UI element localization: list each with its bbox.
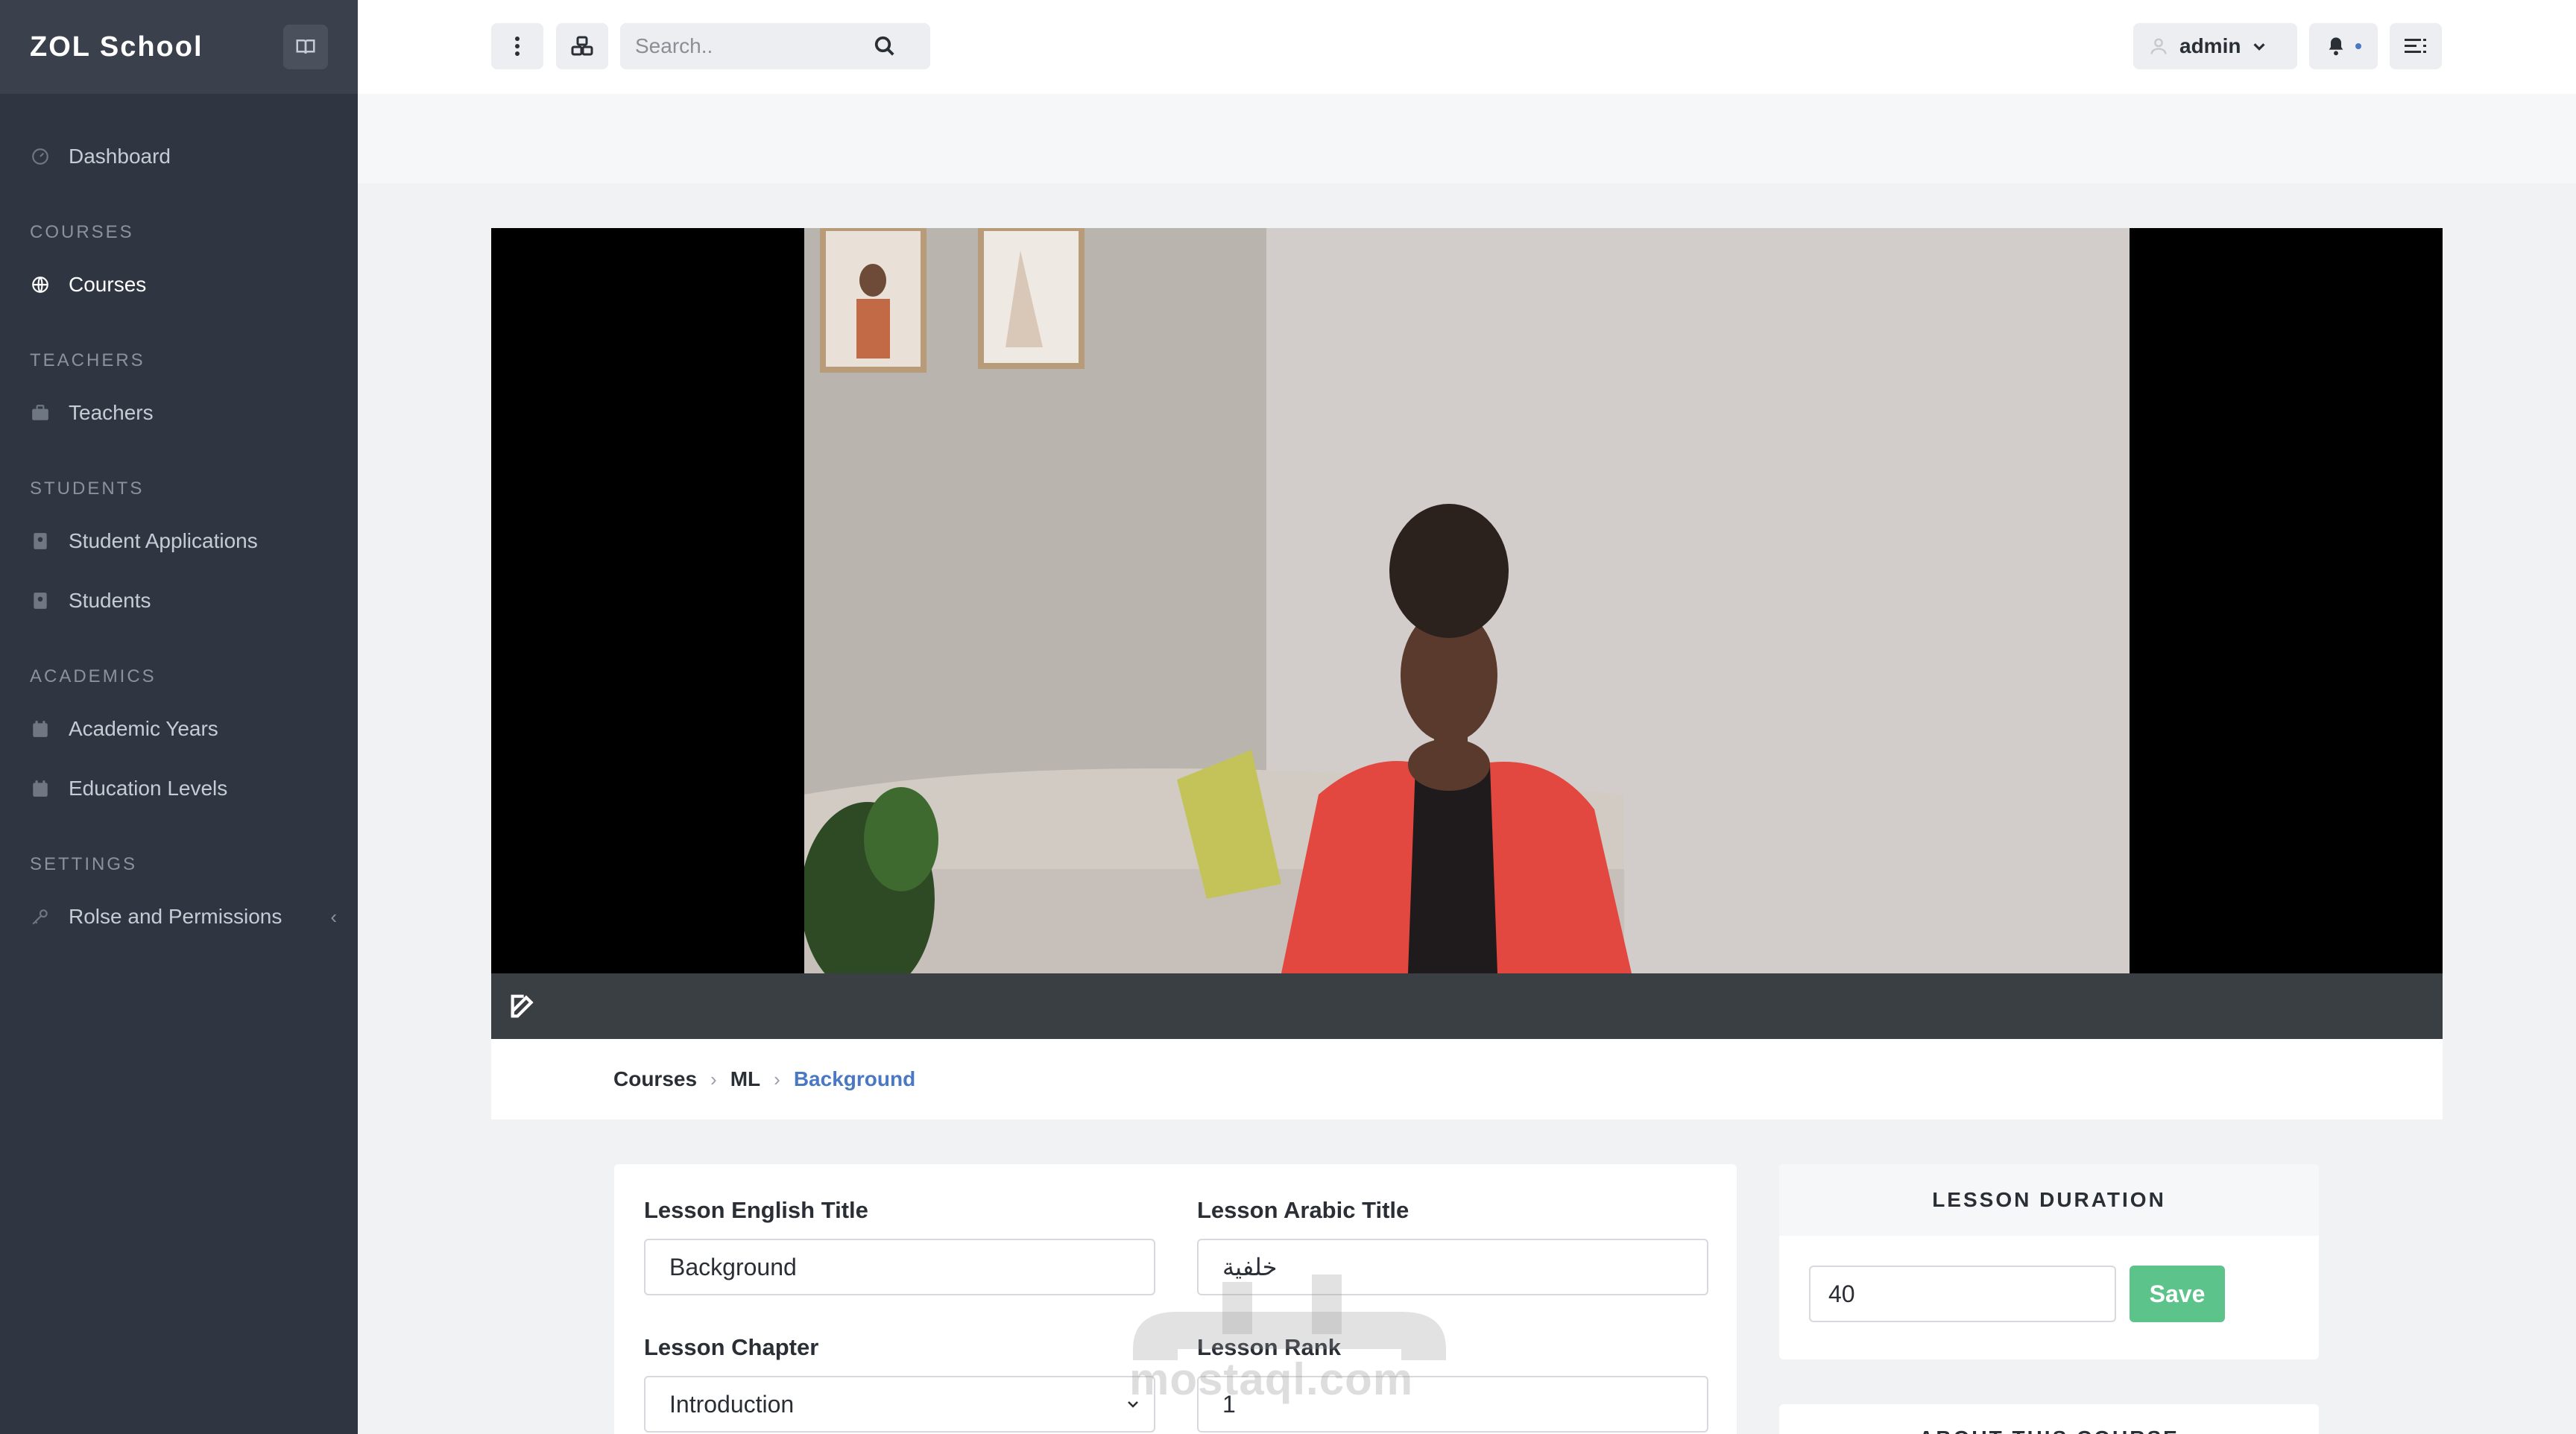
list-icon	[2405, 39, 2426, 53]
sidebar-item-label: Education Levels	[69, 777, 228, 800]
chevron-left-icon: ‹	[330, 905, 337, 928]
page-subheader	[358, 94, 2576, 183]
sidebar-toggle-button[interactable]	[283, 25, 328, 69]
english-title-input[interactable]: Background	[644, 1239, 1155, 1295]
video-toolbar	[491, 973, 2443, 1039]
sidebar-item-label: Rolse and Permissions	[69, 905, 282, 928]
calendar-icon	[33, 780, 48, 797]
apps-button[interactable]	[556, 23, 608, 69]
nav-section-heading: STUDENTS	[30, 478, 145, 499]
nav-section-heading: ACADEMICS	[30, 666, 157, 686]
more-options-button[interactable]	[491, 23, 543, 69]
sidebar-item-student-applications[interactable]: Student Applications	[0, 511, 358, 571]
notifications-button[interactable]	[2309, 23, 2378, 69]
lesson-video-player[interactable]	[491, 228, 2443, 973]
chapter-selected-value: Introduction	[669, 1390, 795, 1418]
video-still-image	[804, 228, 2130, 973]
breadcrumb-item[interactable]: ML	[730, 1067, 760, 1091]
brand-bar: ZOL School	[0, 0, 358, 94]
nav-section-heading: TEACHERS	[30, 350, 145, 370]
arabic-title-label: Lesson Arabic Title	[1197, 1197, 1409, 1223]
id-card-icon	[34, 533, 47, 549]
notification-dot	[2355, 43, 2361, 49]
search-input[interactable]	[635, 34, 874, 58]
menu-list-button[interactable]	[2390, 23, 2442, 69]
gauge-icon	[32, 148, 48, 165]
breadcrumb-current: Background	[793, 1067, 916, 1090]
topbar: admin	[358, 0, 2576, 94]
chevron-down-icon	[2253, 43, 2266, 51]
sidebar: ZOL School Dashboard COURSES Courses TEA…	[0, 0, 358, 1434]
chevron-right-icon: ›	[774, 1067, 780, 1090]
sidebar-item-roles-permissions[interactable]: Rolse and Permissions ‹	[0, 887, 358, 947]
nav-section-heading: SETTINGS	[30, 854, 138, 874]
sidebar-item-academic-years[interactable]: Academic Years	[0, 699, 358, 759]
breadcrumb-item[interactable]: Courses	[613, 1067, 697, 1091]
sidebar-item-students[interactable]: Students	[0, 571, 358, 631]
chapter-select[interactable]: Introduction	[644, 1376, 1155, 1433]
video-frame	[804, 228, 2130, 973]
chevron-right-icon: ›	[710, 1067, 717, 1090]
book-icon	[296, 40, 315, 54]
globe-icon	[32, 277, 48, 293]
user-menu-button[interactable]: admin	[2133, 23, 2297, 69]
user-icon	[2150, 38, 2167, 54]
duration-input[interactable]: 40	[1809, 1266, 2116, 1322]
nav-section-heading: COURSES	[30, 222, 134, 242]
sidebar-nav: Dashboard COURSES Courses TEACHERS Teach…	[0, 94, 358, 947]
edit-icon[interactable]	[508, 991, 537, 1021]
about-course-heading: ABOUT THIS COURSE	[1779, 1404, 2319, 1434]
ellipsis-vertical-icon	[515, 37, 520, 56]
sidebar-item-education-levels[interactable]: Education Levels	[0, 759, 358, 818]
sidebar-item-dashboard[interactable]: Dashboard	[0, 127, 358, 186]
sidebar-item-teachers[interactable]: Teachers	[0, 383, 358, 443]
lesson-duration-card: LESSON DURATION 40 Save	[1779, 1164, 2319, 1359]
sidebar-item-label: Student Applications	[69, 529, 258, 552]
brand-title: ZOL School	[30, 31, 203, 63]
cubes-icon	[571, 36, 593, 56]
briefcase-icon	[32, 405, 48, 420]
sidebar-item-label: Courses	[69, 273, 147, 296]
sidebar-item-label: Academic Years	[69, 717, 218, 740]
watermark-text: mostaql.com	[1129, 1354, 1414, 1404]
sidebar-item-courses[interactable]: Courses	[0, 255, 358, 315]
chapter-label: Lesson Chapter	[644, 1334, 819, 1360]
breadcrumb: Courses › ML › Background	[491, 1039, 2443, 1119]
sidebar-item-label: Students	[69, 589, 151, 612]
about-course-card: ABOUT THIS COURSE	[1779, 1404, 2319, 1434]
search-icon[interactable]	[874, 35, 896, 57]
key-icon	[32, 909, 48, 925]
id-card-icon	[34, 593, 47, 609]
lesson-duration-heading: LESSON DURATION	[1779, 1164, 2319, 1236]
arabic-title-input[interactable]: خلفية	[1197, 1239, 1708, 1295]
english-title-label: Lesson English Title	[644, 1197, 868, 1223]
sidebar-item-label: Dashboard	[69, 145, 171, 168]
calendar-icon	[33, 721, 48, 737]
save-button[interactable]: Save	[2130, 1266, 2225, 1322]
user-name: admin	[2179, 34, 2241, 57]
sidebar-item-label: Teachers	[69, 401, 154, 424]
bell-icon	[2329, 37, 2343, 56]
search-box	[620, 23, 930, 69]
